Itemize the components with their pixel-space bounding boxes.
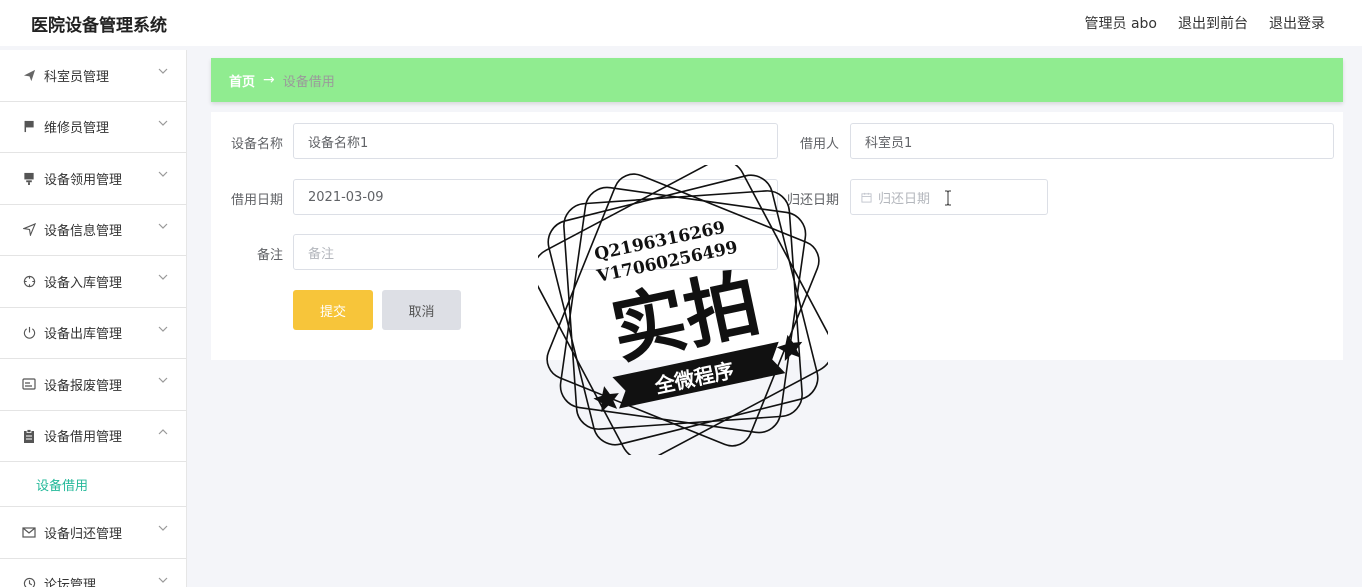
sidebar-item-collect[interactable]: 设备领用管理 [0, 153, 186, 205]
text-cursor-icon [944, 190, 952, 210]
send-icon [22, 223, 36, 237]
sidebar-item-label: 论坛管理 [44, 578, 97, 587]
sidebar-item-stock-in[interactable]: 设备入库管理 [0, 256, 186, 308]
return-date-placeholder: 归还日期 [878, 191, 931, 207]
borrower-label: 借用人 [799, 137, 839, 152]
sidebar-item-return[interactable]: 设备归还管理 [0, 507, 186, 559]
exit-to-front-link[interactable]: 退出到前台 [1178, 13, 1248, 33]
sidebar-subitem-borrow[interactable]: 设备借用 [0, 462, 186, 507]
breadcrumb-home[interactable]: 首页 [229, 71, 255, 90]
device-name-input[interactable]: 设备名称1 [293, 123, 778, 159]
watermark-stamp: Q2196316269 V17060256499 实拍 全微程序 [532, 159, 834, 461]
sidebar-item-label: 设备信息管理 [44, 224, 123, 240]
sidebar-item-label: 维修员管理 [44, 121, 110, 137]
sidebar-item-device-info[interactable]: 设备信息管理 [0, 205, 186, 256]
device-name-label: 设备名称 [230, 137, 283, 152]
sidebar-item-label: 设备出库管理 [44, 327, 123, 343]
chevron-down-icon [158, 523, 168, 534]
id-card-icon [22, 377, 36, 391]
return-date-picker[interactable]: 归还日期 [850, 179, 1048, 215]
chevron-down-icon [158, 324, 168, 335]
top-bar: 医院设备管理系统 管理员 abo 退出到前台 退出登录 [0, 0, 1362, 46]
app-title: 医院设备管理系统 [31, 16, 167, 36]
stamp-icon [22, 171, 36, 185]
chevron-up-icon [158, 427, 168, 438]
sidebar-item-scrap[interactable]: 设备报废管理 [0, 359, 186, 411]
sidebar-item-stock-out[interactable]: 设备出库管理 [0, 308, 186, 359]
user-label: 管理员 abo [1084, 16, 1157, 32]
sidebar-item-borrow[interactable]: 设备借用管理 [0, 411, 186, 462]
chevron-down-icon [158, 221, 168, 232]
chevron-down-icon [158, 66, 168, 77]
submit-button[interactable]: 提交 [293, 290, 373, 330]
logout-link[interactable]: 退出登录 [1269, 13, 1325, 33]
breadcrumb: 首页 → 设备借用 [211, 58, 1343, 102]
sidebar-item-label: 科室员管理 [44, 69, 110, 85]
sidebar-item-staff[interactable]: 科室员管理 [0, 50, 186, 102]
power-icon [22, 326, 36, 340]
sidebar: 科室员管理 维修员管理 设备领用管理 设备信息管理 设备入库管理 设备出库管理 … [0, 50, 187, 587]
chevron-down-icon [158, 375, 168, 386]
calendar-icon [861, 192, 872, 203]
flag-icon [22, 120, 36, 134]
sidebar-item-label: 设备领用管理 [44, 172, 123, 188]
sidebar-item-label: 设备归还管理 [44, 526, 123, 542]
sidebar-item-label: 设备报废管理 [44, 378, 123, 394]
breadcrumb-current: 设备借用 [282, 74, 335, 90]
crosshair-icon [22, 274, 36, 288]
cancel-button[interactable]: 取消 [382, 290, 461, 330]
clipboard-icon [22, 428, 36, 443]
chevron-down-icon [158, 169, 168, 180]
arrow-right-icon: → [263, 72, 275, 88]
clock-icon [22, 577, 36, 587]
sidebar-item-forum[interactable]: 论坛管理 [0, 559, 186, 587]
remark-label: 备注 [256, 248, 283, 263]
chevron-down-icon [158, 575, 168, 586]
top-links: 管理员 abo 退出到前台 退出登录 [1085, 13, 1325, 33]
paper-plane-icon [22, 68, 36, 82]
chevron-down-icon [158, 272, 168, 283]
mail-icon [22, 525, 36, 539]
sidebar-item-label: 设备借用管理 [44, 430, 123, 446]
borrower-input[interactable]: 科室员1 [850, 123, 1334, 159]
borrow-date-label: 借用日期 [230, 193, 283, 208]
chevron-down-icon [158, 118, 168, 129]
sidebar-item-label: 设备入库管理 [44, 275, 123, 291]
sidebar-item-repair[interactable]: 维修员管理 [0, 102, 186, 153]
